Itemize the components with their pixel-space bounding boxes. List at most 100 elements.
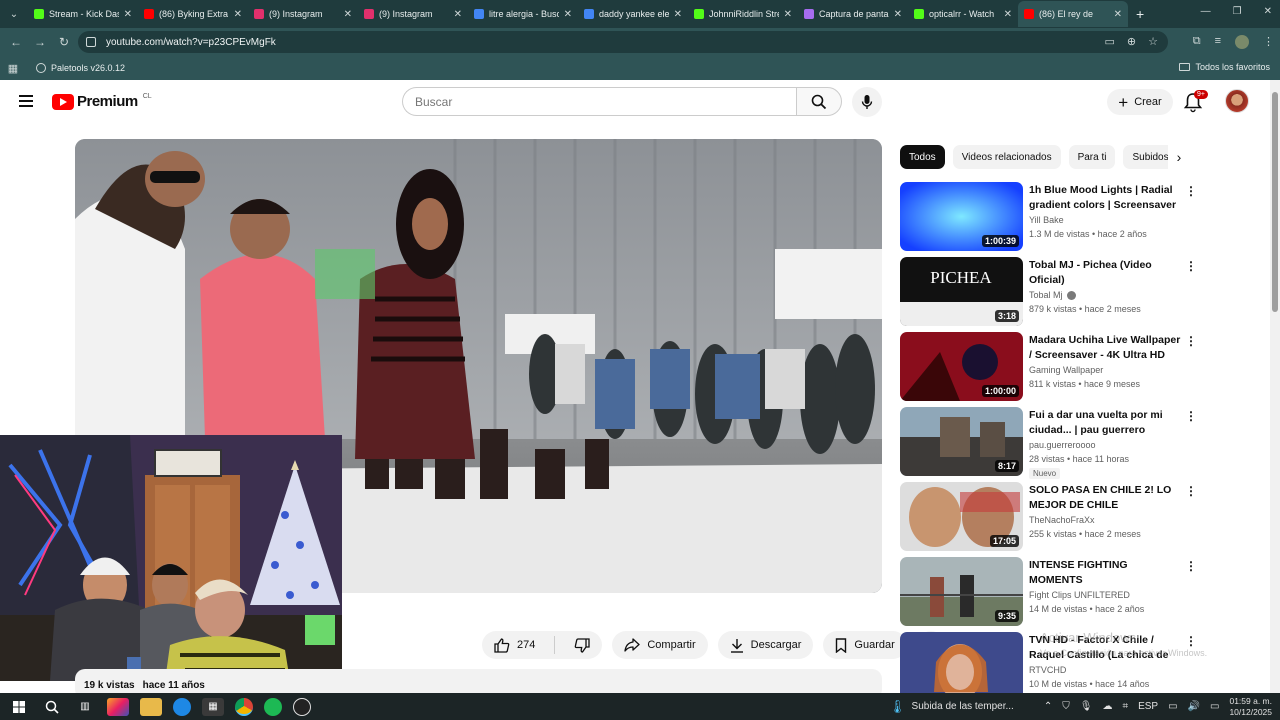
back-icon[interactable]: ←: [4, 35, 28, 49]
tab-close-icon[interactable]: ✕: [124, 9, 132, 20]
address-field[interactable]: youtube.com/watch?v=p23CPEvMgFk ▭ ⊕ ☆: [78, 31, 1168, 53]
volume-icon[interactable]: 🔊: [1188, 701, 1200, 712]
browser-menu-icon[interactable]: ⋮: [1263, 35, 1274, 49]
security-icon[interactable]: ⛉: [1062, 701, 1070, 712]
tab-search-icon[interactable]: ⌄: [0, 0, 28, 28]
save-button[interactable]: Guardar: [823, 631, 907, 659]
forward-icon[interactable]: →: [28, 35, 52, 49]
more-vertical-icon[interactable]: ⋮: [1185, 559, 1197, 573]
filter-chip[interactable]: Videos relacionados: [952, 145, 1061, 169]
browser-tab[interactable]: (86) El rey de ✕: [1018, 1, 1128, 27]
tab-close-icon[interactable]: ✕: [344, 9, 352, 20]
download-button[interactable]: Descargar: [717, 631, 814, 659]
recommendation-item[interactable]: 17:05 SOLO PASA EN CHILE 2! LO MEJOR DE C…: [900, 482, 1200, 557]
store-icon[interactable]: ▦: [202, 697, 224, 716]
edge-icon[interactable]: [173, 697, 191, 716]
channel-name[interactable]: Gaming Wallpaper: [1029, 365, 1103, 375]
windows-start-icon[interactable]: [8, 698, 30, 716]
browser-tab[interactable]: (9) Instagram ✕: [248, 1, 358, 27]
youtube-logo[interactable]: Premium CL: [52, 93, 152, 110]
obs-icon[interactable]: [293, 697, 311, 716]
channel-name[interactable]: pau.guerreroooo: [1029, 440, 1096, 450]
profile-icon[interactable]: [1235, 35, 1249, 49]
create-button[interactable]: + Crear: [1107, 89, 1173, 115]
like-button[interactable]: 274: [482, 631, 547, 659]
zoom-icon[interactable]: ⊕: [1127, 35, 1136, 48]
tab-close-icon[interactable]: ✕: [894, 9, 902, 20]
network-icon[interactable]: ▭: [1168, 701, 1177, 712]
menu-icon[interactable]: [19, 95, 33, 107]
spotify-icon[interactable]: [264, 697, 282, 716]
clock[interactable]: 01:59 a. m. 10/12/2025: [1229, 696, 1272, 718]
language-indicator[interactable]: ESP: [1138, 701, 1158, 712]
browser-tab[interactable]: litre alergia - Busc ✕: [468, 1, 578, 27]
tab-close-icon[interactable]: ✕: [454, 9, 462, 20]
browser-tab[interactable]: opticalrr - Watch ✕: [908, 1, 1018, 27]
chevron-up-icon[interactable]: ⌃: [1044, 701, 1052, 712]
channel-name[interactable]: TheNachoFraXx: [1029, 515, 1095, 525]
recommendation-title[interactable]: Fui a dar una vuelta por mi ciudad... | …: [1029, 408, 1181, 438]
dislike-button[interactable]: [562, 631, 602, 659]
tab-close-icon[interactable]: ✕: [1114, 9, 1122, 20]
bookmark-star-icon[interactable]: ☆: [1148, 35, 1158, 48]
bookmark-paletools[interactable]: Paletools v26.0.12: [36, 63, 125, 73]
mixer-icon[interactable]: ⌗: [1122, 701, 1128, 712]
channel-name[interactable]: RTVCHD: [1029, 665, 1066, 675]
maximize-icon[interactable]: ❐: [1233, 6, 1242, 17]
video-thumbnail[interactable]: 17:05: [900, 482, 1023, 551]
recommendation-title[interactable]: 1h Blue Mood Lights | Radial gradient co…: [1029, 183, 1181, 213]
file-explorer-icon[interactable]: [140, 697, 162, 716]
browser-tab[interactable]: (9) Instagram ✕: [358, 1, 468, 27]
recommendation-item[interactable]: 1:00:39 1h Blue Mood Lights | Radial grad…: [900, 182, 1200, 257]
more-vertical-icon[interactable]: ⋮: [1185, 259, 1197, 273]
search-input[interactable]: [402, 87, 796, 116]
filter-chip[interactable]: Subidos: [1123, 145, 1170, 169]
close-window-icon[interactable]: ✕: [1264, 6, 1272, 17]
video-thumbnail[interactable]: [900, 632, 1023, 701]
scrollbar-thumb[interactable]: [1272, 92, 1278, 312]
chevron-right-icon[interactable]: ›: [1168, 145, 1190, 169]
cloud-icon[interactable]: ☁: [1102, 701, 1112, 712]
recommendation-title[interactable]: Tobal MJ - Pichea (Video Oficial): [1029, 258, 1181, 288]
video-thumbnail[interactable]: 9:35: [900, 557, 1023, 626]
tab-close-icon[interactable]: ✕: [234, 9, 242, 20]
recommendation-item[interactable]: 8:17 Fui a dar una vuelta por mi ciudad..…: [900, 407, 1200, 482]
recommendation-item[interactable]: 1:00:00 Madara Uchiha Live Wallpaper / Sc…: [900, 332, 1200, 407]
search-button[interactable]: [796, 87, 842, 116]
tab-close-icon[interactable]: ✕: [1004, 9, 1012, 20]
more-vertical-icon[interactable]: ⋮: [1185, 484, 1197, 498]
site-info-icon[interactable]: [86, 37, 96, 47]
browser-tab[interactable]: Captura de panta ✕: [798, 1, 908, 27]
reading-list-icon[interactable]: ≡: [1215, 35, 1221, 49]
recommendation-title[interactable]: Madara Uchiha Live Wallpaper / Screensav…: [1029, 333, 1181, 363]
apps-grid-icon[interactable]: ▦: [0, 62, 26, 75]
video-thumbnail[interactable]: PICHEA 3:18: [900, 257, 1023, 326]
all-bookmarks[interactable]: Todos los favoritos: [1179, 62, 1270, 72]
more-vertical-icon[interactable]: ⋮: [1185, 409, 1197, 423]
cast-icon[interactable]: ▭: [1105, 35, 1115, 48]
voice-search-button[interactable]: [852, 87, 882, 117]
recommendation-item[interactable]: PICHEA 3:18 Tobal MJ - Pichea (Video Ofici…: [900, 257, 1200, 332]
extensions-icon[interactable]: ⧉: [1193, 35, 1201, 49]
page-scrollbar[interactable]: [1270, 80, 1280, 693]
battery-icon[interactable]: ▭: [1210, 701, 1219, 712]
more-vertical-icon[interactable]: ⋮: [1185, 184, 1197, 198]
video-thumbnail[interactable]: 8:17: [900, 407, 1023, 476]
weather-widget[interactable]: 🌡 Subida de las temper...: [889, 699, 1014, 715]
recommendation-title[interactable]: SOLO PASA EN CHILE 2! LO MEJOR DE CHILE: [1029, 483, 1181, 513]
video-thumbnail[interactable]: 1:00:39: [900, 182, 1023, 251]
recommendation-item[interactable]: 9:35 INTENSE FIGHTING MOMENTS Fight Clips …: [900, 557, 1200, 632]
task-view-icon[interactable]: ▥: [74, 698, 96, 716]
taskbar-search-icon[interactable]: [41, 698, 63, 716]
tab-close-icon[interactable]: ✕: [564, 9, 572, 20]
widgets-icon[interactable]: [107, 697, 129, 716]
channel-name[interactable]: Yill Bake: [1029, 215, 1064, 225]
account-avatar[interactable]: [1225, 89, 1249, 113]
browser-tab[interactable]: JohnniRiddlin Stre ✕: [688, 1, 798, 27]
video-thumbnail[interactable]: 1:00:00: [900, 332, 1023, 401]
tab-close-icon[interactable]: ✕: [784, 9, 792, 20]
reload-icon[interactable]: ↻: [52, 35, 76, 49]
channel-name[interactable]: Tobal Mj: [1029, 290, 1063, 300]
mic-tray-icon[interactable]: 🎙: [1080, 701, 1093, 712]
tab-close-icon[interactable]: ✕: [674, 9, 682, 20]
